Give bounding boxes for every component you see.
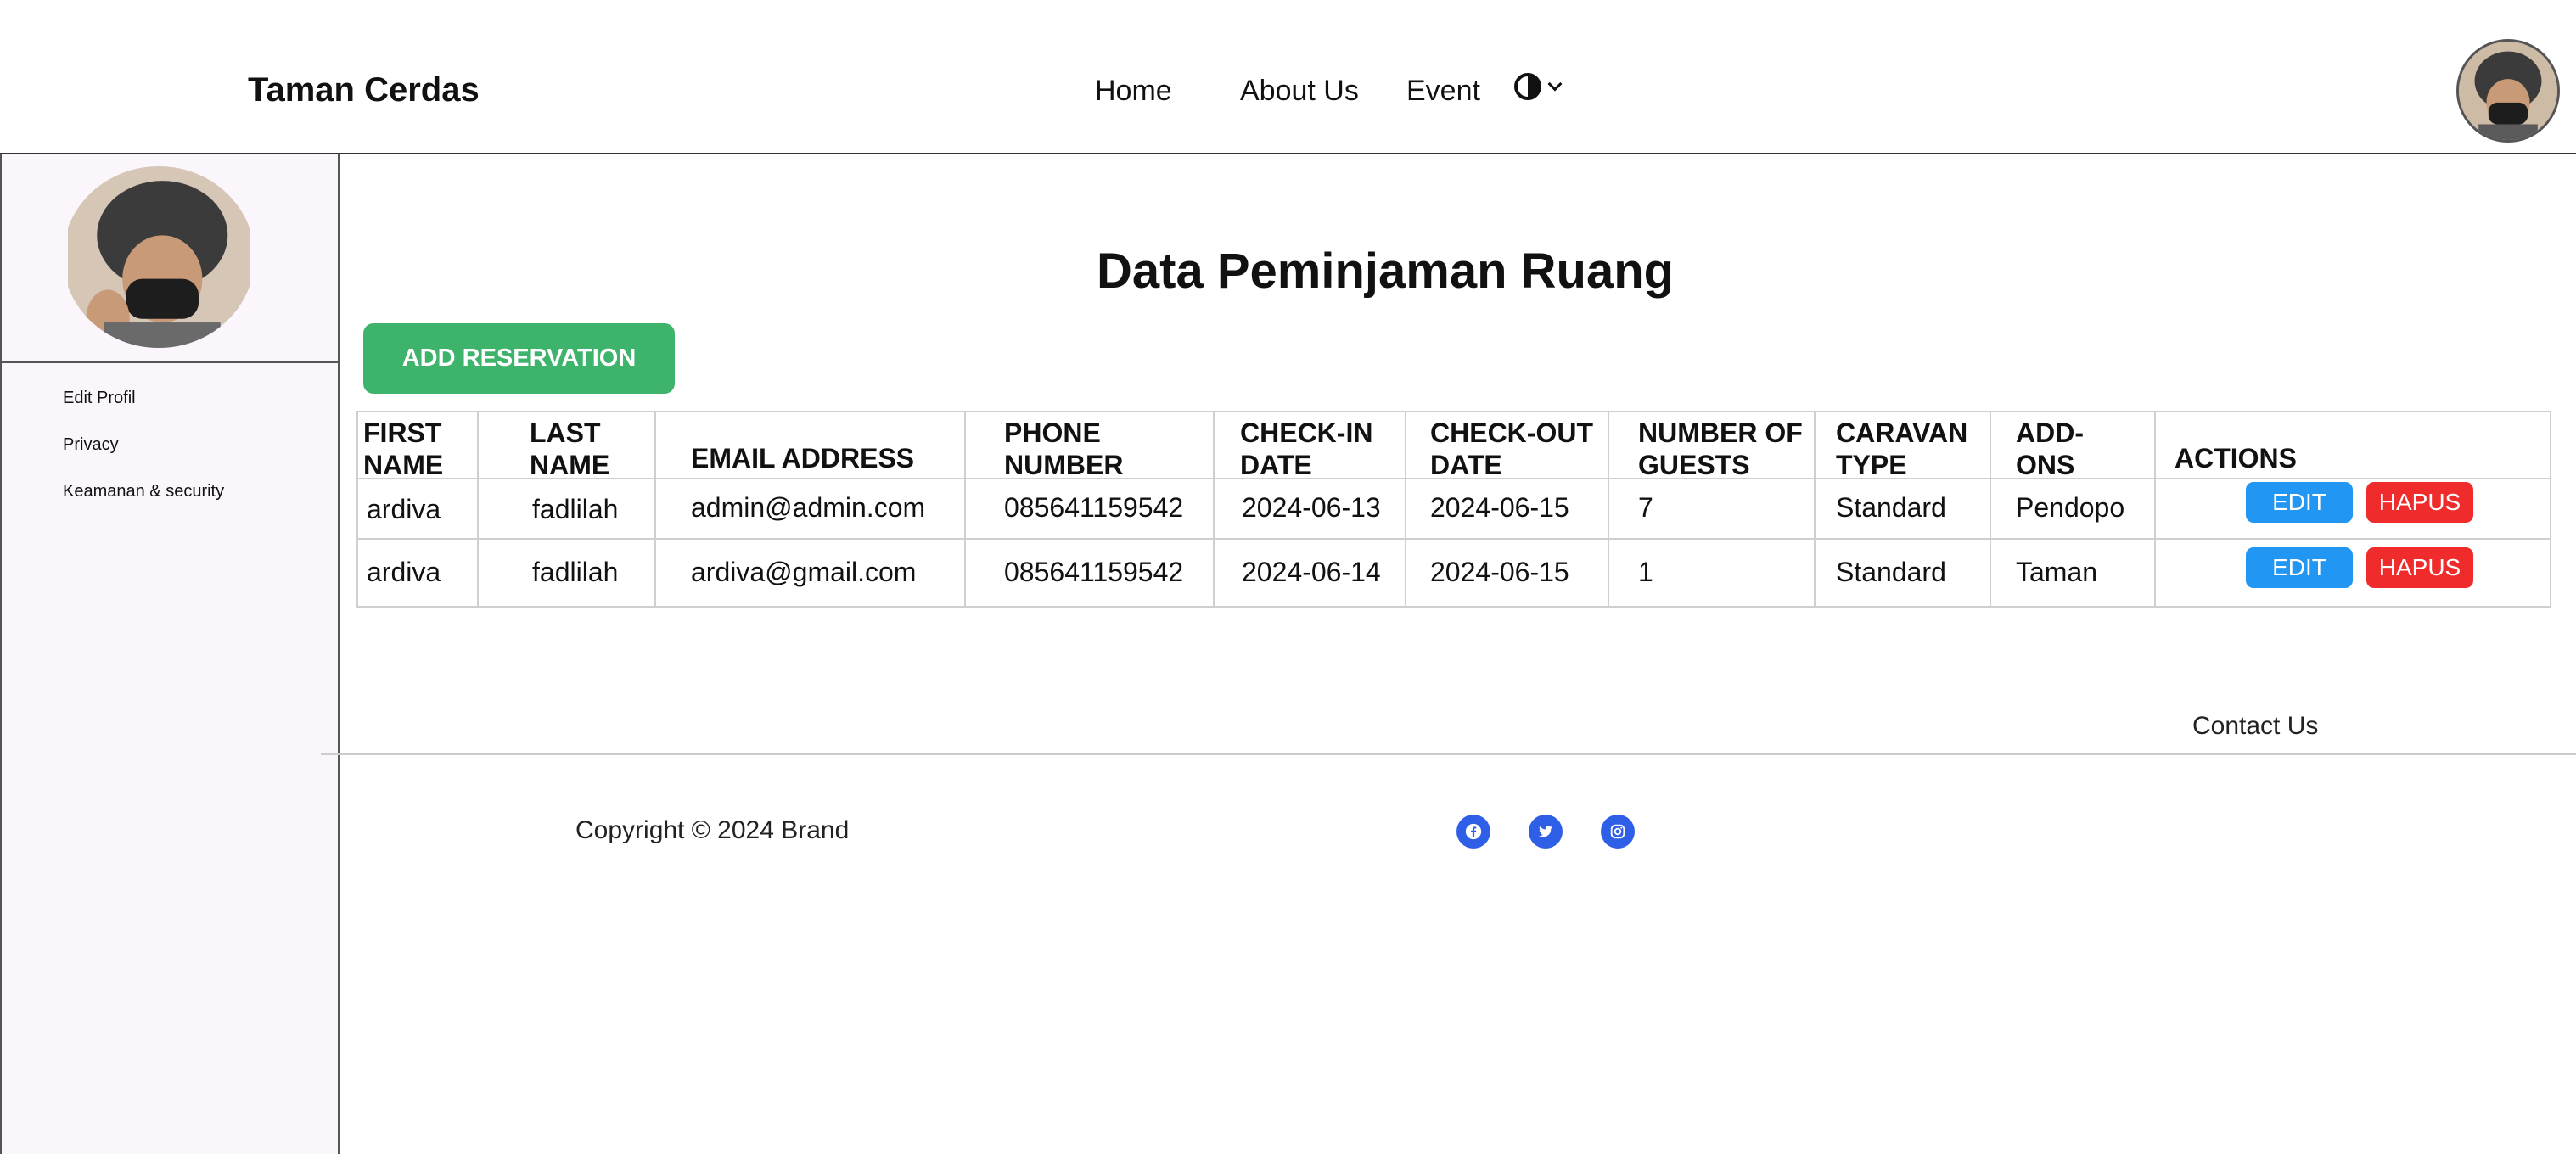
table-cell-last-name: fadlilah — [532, 494, 619, 524]
table-cell-check-out: 2024-06-15 — [1430, 492, 1569, 523]
sidebar: Edit Profil Privacy Keamanan & security — [0, 154, 340, 1154]
table-col-divider — [1814, 411, 1816, 608]
brand-logo-text[interactable]: Taman Cerdas — [248, 71, 480, 109]
table-col-divider — [1213, 411, 1215, 608]
footer-divider — [321, 753, 2576, 755]
delete-button[interactable]: HAPUS — [2366, 547, 2473, 588]
table-cell-check-in: 2024-06-13 — [1242, 492, 1381, 523]
column-header-check-in: CHECK-IN DATE — [1240, 417, 1373, 480]
header-avatar[interactable] — [2456, 39, 2560, 143]
column-header-actions: ACTIONS — [2175, 443, 2297, 473]
theme-toggle-dropdown[interactable] — [1514, 73, 1563, 100]
column-header-guests: NUMBER OF GUESTS — [1638, 417, 1803, 480]
top-navbar: Taman Cerdas Home About Us Event — [0, 0, 2576, 154]
column-header-last-name: LAST NAME — [530, 417, 610, 480]
table-col-divider — [1608, 411, 1609, 608]
profile-avatar-image — [2459, 42, 2557, 140]
table-cell-caravan-type: Standard — [1836, 557, 1946, 587]
profile-avatar-image — [68, 166, 250, 348]
sidebar-item-security[interactable]: Keamanan & security — [63, 482, 224, 501]
table-cell-check-out: 2024-06-15 — [1430, 557, 1569, 587]
table-cell-email: ardiva@gmail.com — [691, 557, 917, 587]
table-cell-check-in: 2024-06-14 — [1242, 557, 1381, 587]
nav-home[interactable]: Home — [1095, 75, 1172, 108]
sidebar-divider — [2, 361, 340, 363]
nav-event[interactable]: Event — [1406, 75, 1480, 108]
table-col-divider — [2154, 411, 2156, 608]
edit-button[interactable]: EDIT — [2246, 482, 2353, 523]
page-title: Data Peminjaman Ruang — [1097, 244, 1675, 299]
sidebar-avatar[interactable] — [63, 166, 255, 348]
table-cell-guests: 7 — [1638, 492, 1653, 523]
table-cell-add-ons: Pendopo — [2016, 492, 2125, 523]
table-cell-first-name: ardiva — [367, 494, 441, 524]
add-reservation-button[interactable]: ADD RESERVATION — [363, 323, 675, 394]
table-cell-add-ons: Taman — [2016, 557, 2098, 587]
copyright-text: Copyright © 2024 Brand — [575, 816, 850, 844]
contact-us-link[interactable]: Contact Us — [2192, 712, 2318, 741]
twitter-icon[interactable] — [1529, 815, 1563, 849]
column-header-caravan-type: CARAVAN TYPE — [1836, 417, 1968, 480]
table-cell-caravan-type: Standard — [1836, 492, 1946, 523]
instagram-icon[interactable] — [1601, 815, 1635, 849]
table-cell-guests: 1 — [1638, 557, 1653, 587]
column-header-check-out: CHECK-OUT DATE — [1430, 417, 1593, 480]
delete-button[interactable]: HAPUS — [2366, 482, 2473, 523]
table-col-divider — [964, 411, 966, 608]
table-col-divider — [477, 411, 479, 608]
table-cell-phone: 085641159542 — [1004, 492, 1184, 523]
table-col-divider — [654, 411, 656, 608]
facebook-icon[interactable] — [1456, 815, 1490, 849]
table-row-divider — [356, 538, 2551, 540]
column-header-email: EMAIL ADDRESS — [691, 443, 915, 473]
column-header-add-ons: ADD- ONS — [2016, 417, 2084, 480]
nav-about-us[interactable]: About Us — [1240, 75, 1359, 108]
table-cell-phone: 085641159542 — [1004, 557, 1184, 587]
column-header-phone: PHONE NUMBER — [1004, 417, 1124, 480]
contrast-icon — [1514, 73, 1541, 100]
table-col-divider — [1990, 411, 1991, 608]
table-cell-last-name: fadlilah — [532, 557, 619, 587]
edit-button[interactable]: EDIT — [2246, 547, 2353, 588]
column-header-first-name: FIRST NAME — [363, 417, 444, 480]
table-cell-first-name: ardiva — [367, 557, 441, 587]
chevron-down-icon — [1547, 76, 1563, 92]
sidebar-item-edit-profil[interactable]: Edit Profil — [63, 389, 136, 408]
table-col-divider — [1405, 411, 1406, 608]
sidebar-item-privacy[interactable]: Privacy — [63, 435, 119, 455]
table-cell-email: admin@admin.com — [691, 492, 926, 523]
